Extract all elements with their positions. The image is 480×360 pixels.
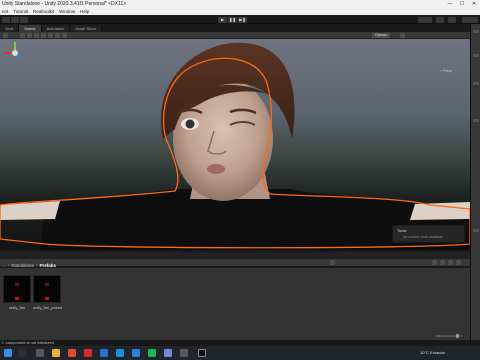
inspector-panel[interactable]	[470, 24, 480, 344]
step-button[interactable]: ▶❚	[238, 16, 247, 23]
audio-toggle-icon[interactable]	[34, 33, 39, 38]
app-icon[interactable]	[180, 349, 188, 357]
label-icon[interactable]	[440, 260, 445, 265]
tab-asset-store[interactable]: Asset Store	[70, 25, 103, 32]
tab-scene[interactable]: Scene	[19, 25, 42, 32]
breadcrumb-item[interactable]: ...	[2, 263, 6, 268]
windows-start-icon[interactable]	[4, 349, 12, 357]
task-view-icon[interactable]	[36, 349, 44, 357]
warning-icon: ⚠	[1, 340, 5, 345]
character-render	[0, 42, 470, 250]
breadcrumb-item-current[interactable]: Prefabs	[40, 263, 57, 268]
chevron-right-icon: ›	[7, 263, 10, 268]
asset-label: unity_fbx_posed	[33, 305, 63, 310]
red-mark-icon	[15, 283, 19, 286]
menu-item[interactable]: Tutorial	[13, 8, 28, 15]
project-toolbar	[0, 259, 470, 266]
close-button[interactable]: ✕	[468, 0, 480, 8]
mouth-shape	[207, 164, 225, 174]
scene-search-icon[interactable]	[400, 33, 405, 38]
account-button[interactable]	[462, 16, 478, 23]
move-tool-icon[interactable]	[11, 16, 19, 23]
draw-mode-icon[interactable]	[3, 33, 8, 38]
inspector-row	[473, 82, 479, 85]
hand-tool-icon[interactable]	[2, 16, 10, 23]
project-tabs	[0, 252, 470, 259]
project-search-icon[interactable]	[330, 260, 335, 265]
asset-item[interactable]: unity_fbx	[3, 275, 31, 310]
taskbar: 10°C Estacion	[0, 346, 480, 360]
menu-item[interactable]: Window	[59, 8, 75, 15]
tools-overlay-subtitle: No custom tools available	[403, 235, 443, 239]
red-mark-icon	[15, 297, 19, 300]
star-icon[interactable]	[448, 260, 453, 265]
left-iris-shape	[185, 119, 195, 129]
status-message: component is not initialized	[5, 340, 54, 345]
scene-toolbar: Gizmos	[0, 32, 470, 39]
file-explorer-icon[interactable]	[52, 349, 60, 357]
projection-label[interactable]: < Persp	[440, 69, 452, 73]
title-bar: Unity Standalone - Unity 2020.3.41f1 Per…	[0, 0, 480, 8]
word-icon[interactable]	[100, 349, 108, 357]
opera-icon[interactable]	[84, 349, 92, 357]
search-icon[interactable]	[448, 16, 456, 23]
edge-icon[interactable]	[116, 349, 124, 357]
gizmos-dropdown[interactable]: Gizmos	[372, 33, 390, 38]
weather-widget[interactable]: 10°C Estacion	[420, 349, 445, 357]
inspector-row	[473, 119, 479, 122]
discord-icon[interactable]	[164, 349, 172, 357]
unity-icon[interactable]	[198, 349, 206, 357]
inspector-row	[473, 229, 479, 232]
scene-viewport[interactable]: < Persp Tools No custom tools available	[0, 39, 470, 250]
search-icon[interactable]	[18, 349, 26, 357]
editor-tabs: Shot Scene Animation Asset Store	[0, 24, 470, 32]
2d-toggle-icon[interactable]	[20, 33, 25, 38]
camera-settings-icon[interactable]	[55, 33, 60, 38]
asset-item[interactable]: unity_fbx_posed	[33, 275, 63, 310]
hidden-packages-icon[interactable]	[456, 260, 461, 265]
right-arm-shape	[410, 202, 470, 220]
menu-item[interactable]: Realtoolkit	[33, 8, 54, 15]
red-mark-icon	[45, 297, 49, 300]
tools-overlay-title: Tools	[397, 228, 407, 233]
inspector-row	[473, 54, 479, 57]
window-controls: — ☐ ✕	[444, 0, 480, 8]
filter-icon[interactable]	[432, 260, 437, 265]
menu-bar: ent Tutorial Realtoolkit Window Help	[0, 8, 480, 15]
minimize-button[interactable]: —	[444, 0, 456, 8]
main-toolbar: ▶ ❚❚ ▶❚	[0, 15, 480, 24]
chevron-right-icon: ›	[36, 263, 38, 268]
collab-icon[interactable]	[418, 16, 432, 23]
rotate-tool-icon[interactable]	[20, 16, 28, 23]
tools-overlay[interactable]: Tools No custom tools available	[392, 225, 465, 243]
hidden-objects-icon[interactable]	[48, 33, 53, 38]
breadcrumb-item[interactable]: Standalone	[11, 263, 34, 268]
effects-toggle-icon[interactable]	[41, 33, 46, 38]
project-browser[interactable]	[0, 268, 470, 340]
prefab-thumbnail	[33, 275, 61, 303]
cloud-icon[interactable]	[436, 16, 444, 23]
menu-item[interactable]: Help	[80, 8, 89, 15]
tab-shot[interactable]: Shot	[0, 25, 20, 32]
app-icon[interactable]	[68, 349, 76, 357]
red-mark-icon	[45, 283, 49, 286]
maximize-button[interactable]: ☐	[456, 0, 468, 8]
slider-handle[interactable]	[456, 334, 459, 338]
window-title: Unity Standalone - Unity 2020.3.41f1 Per…	[2, 1, 127, 7]
breadcrumb: ... › Standalone › Prefabs	[2, 263, 56, 268]
spotify-icon[interactable]	[148, 349, 156, 357]
photoshop-icon[interactable]	[132, 349, 140, 357]
asset-label: unity_fbx	[8, 305, 25, 310]
menu-item[interactable]: ent	[2, 8, 8, 15]
thumbnail-size-slider[interactable]	[436, 334, 462, 338]
pause-button[interactable]: ❚❚	[228, 16, 237, 23]
inspector-row	[473, 30, 479, 33]
orientation-gizmo[interactable]	[0, 39, 30, 67]
playback-controls: ▶ ❚❚ ▶❚	[218, 16, 247, 23]
prefab-thumbnail	[3, 275, 31, 303]
tab-animation[interactable]: Animation	[41, 25, 71, 32]
gizmo-toggle-icon[interactable]	[62, 33, 67, 38]
play-button[interactable]: ▶	[218, 16, 227, 23]
lighting-toggle-icon[interactable]	[27, 33, 32, 38]
